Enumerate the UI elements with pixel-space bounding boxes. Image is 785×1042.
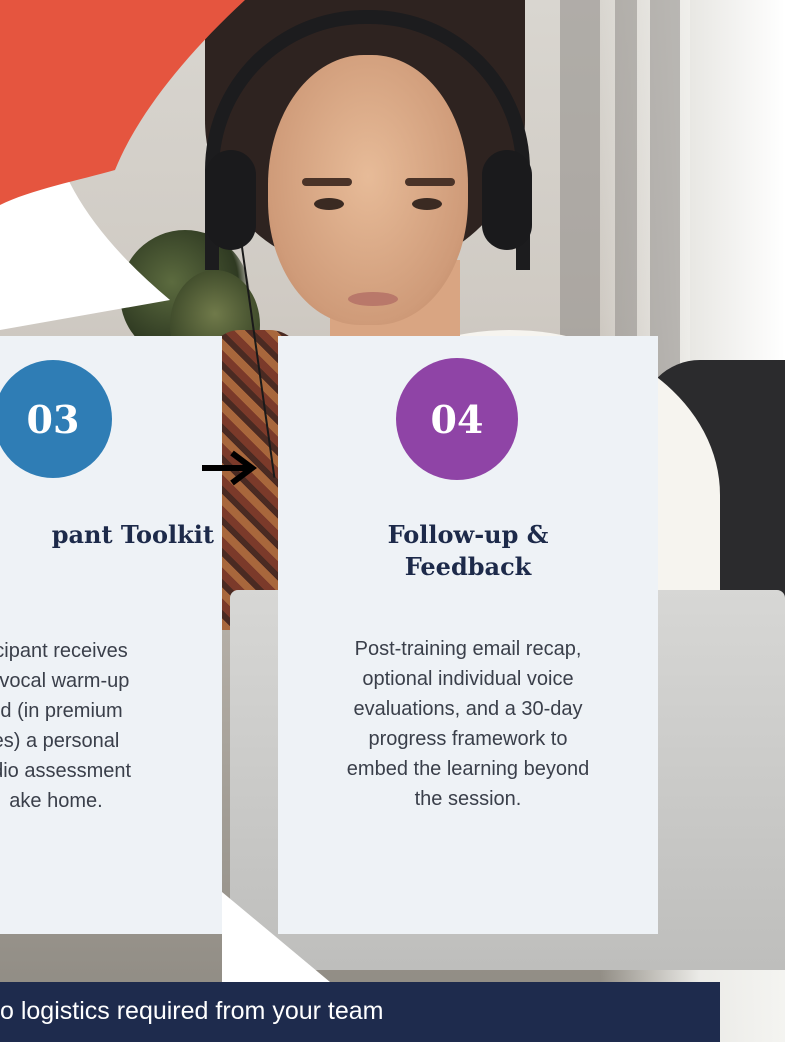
step-card-3: 03 pant Toolkit ticipant receives a voca…	[0, 336, 222, 934]
step-description-line: ticipant receives	[0, 640, 128, 662]
step-title-line: Follow-up &	[387, 520, 549, 549]
step-description-line: optional individual voice	[362, 668, 574, 690]
step-title-line: Feedback	[404, 552, 532, 581]
step-number-badge: 04	[396, 358, 518, 480]
banner-text: o logistics required from your team	[0, 997, 384, 1025]
right-arrow-icon	[202, 450, 257, 486]
step-card-4: 04 Follow-up & Feedback Post-training em…	[278, 336, 658, 934]
step-description-line: evaluations, and a 30-day	[353, 698, 583, 720]
step-description-line: Post-training email recap,	[354, 638, 582, 660]
red-arc-shape	[0, 0, 245, 205]
step-description-line: a vocal warm-up	[0, 670, 130, 692]
step-description-line: progress framework to	[368, 728, 568, 750]
step-description-line: the session.	[414, 788, 522, 810]
step-description-line: udio assessment	[0, 760, 132, 782]
step-title: pant Toolkit	[51, 520, 214, 549]
step-number-badge: 03	[0, 360, 112, 478]
step-title: Follow-up & Feedback	[278, 519, 658, 583]
step-description-line: embed the learning beyond	[346, 758, 590, 780]
step-description: ticipant receives a vocal warm-up nd (in…	[0, 636, 216, 816]
step-description-line: es) a personal	[0, 730, 120, 752]
step-description: Post-training email recap, optional indi…	[292, 634, 644, 814]
footer-banner: o logistics required from your team	[0, 982, 720, 1042]
step-description-line: ake home.	[9, 790, 103, 812]
step-description-line: nd (in premium	[0, 700, 123, 722]
